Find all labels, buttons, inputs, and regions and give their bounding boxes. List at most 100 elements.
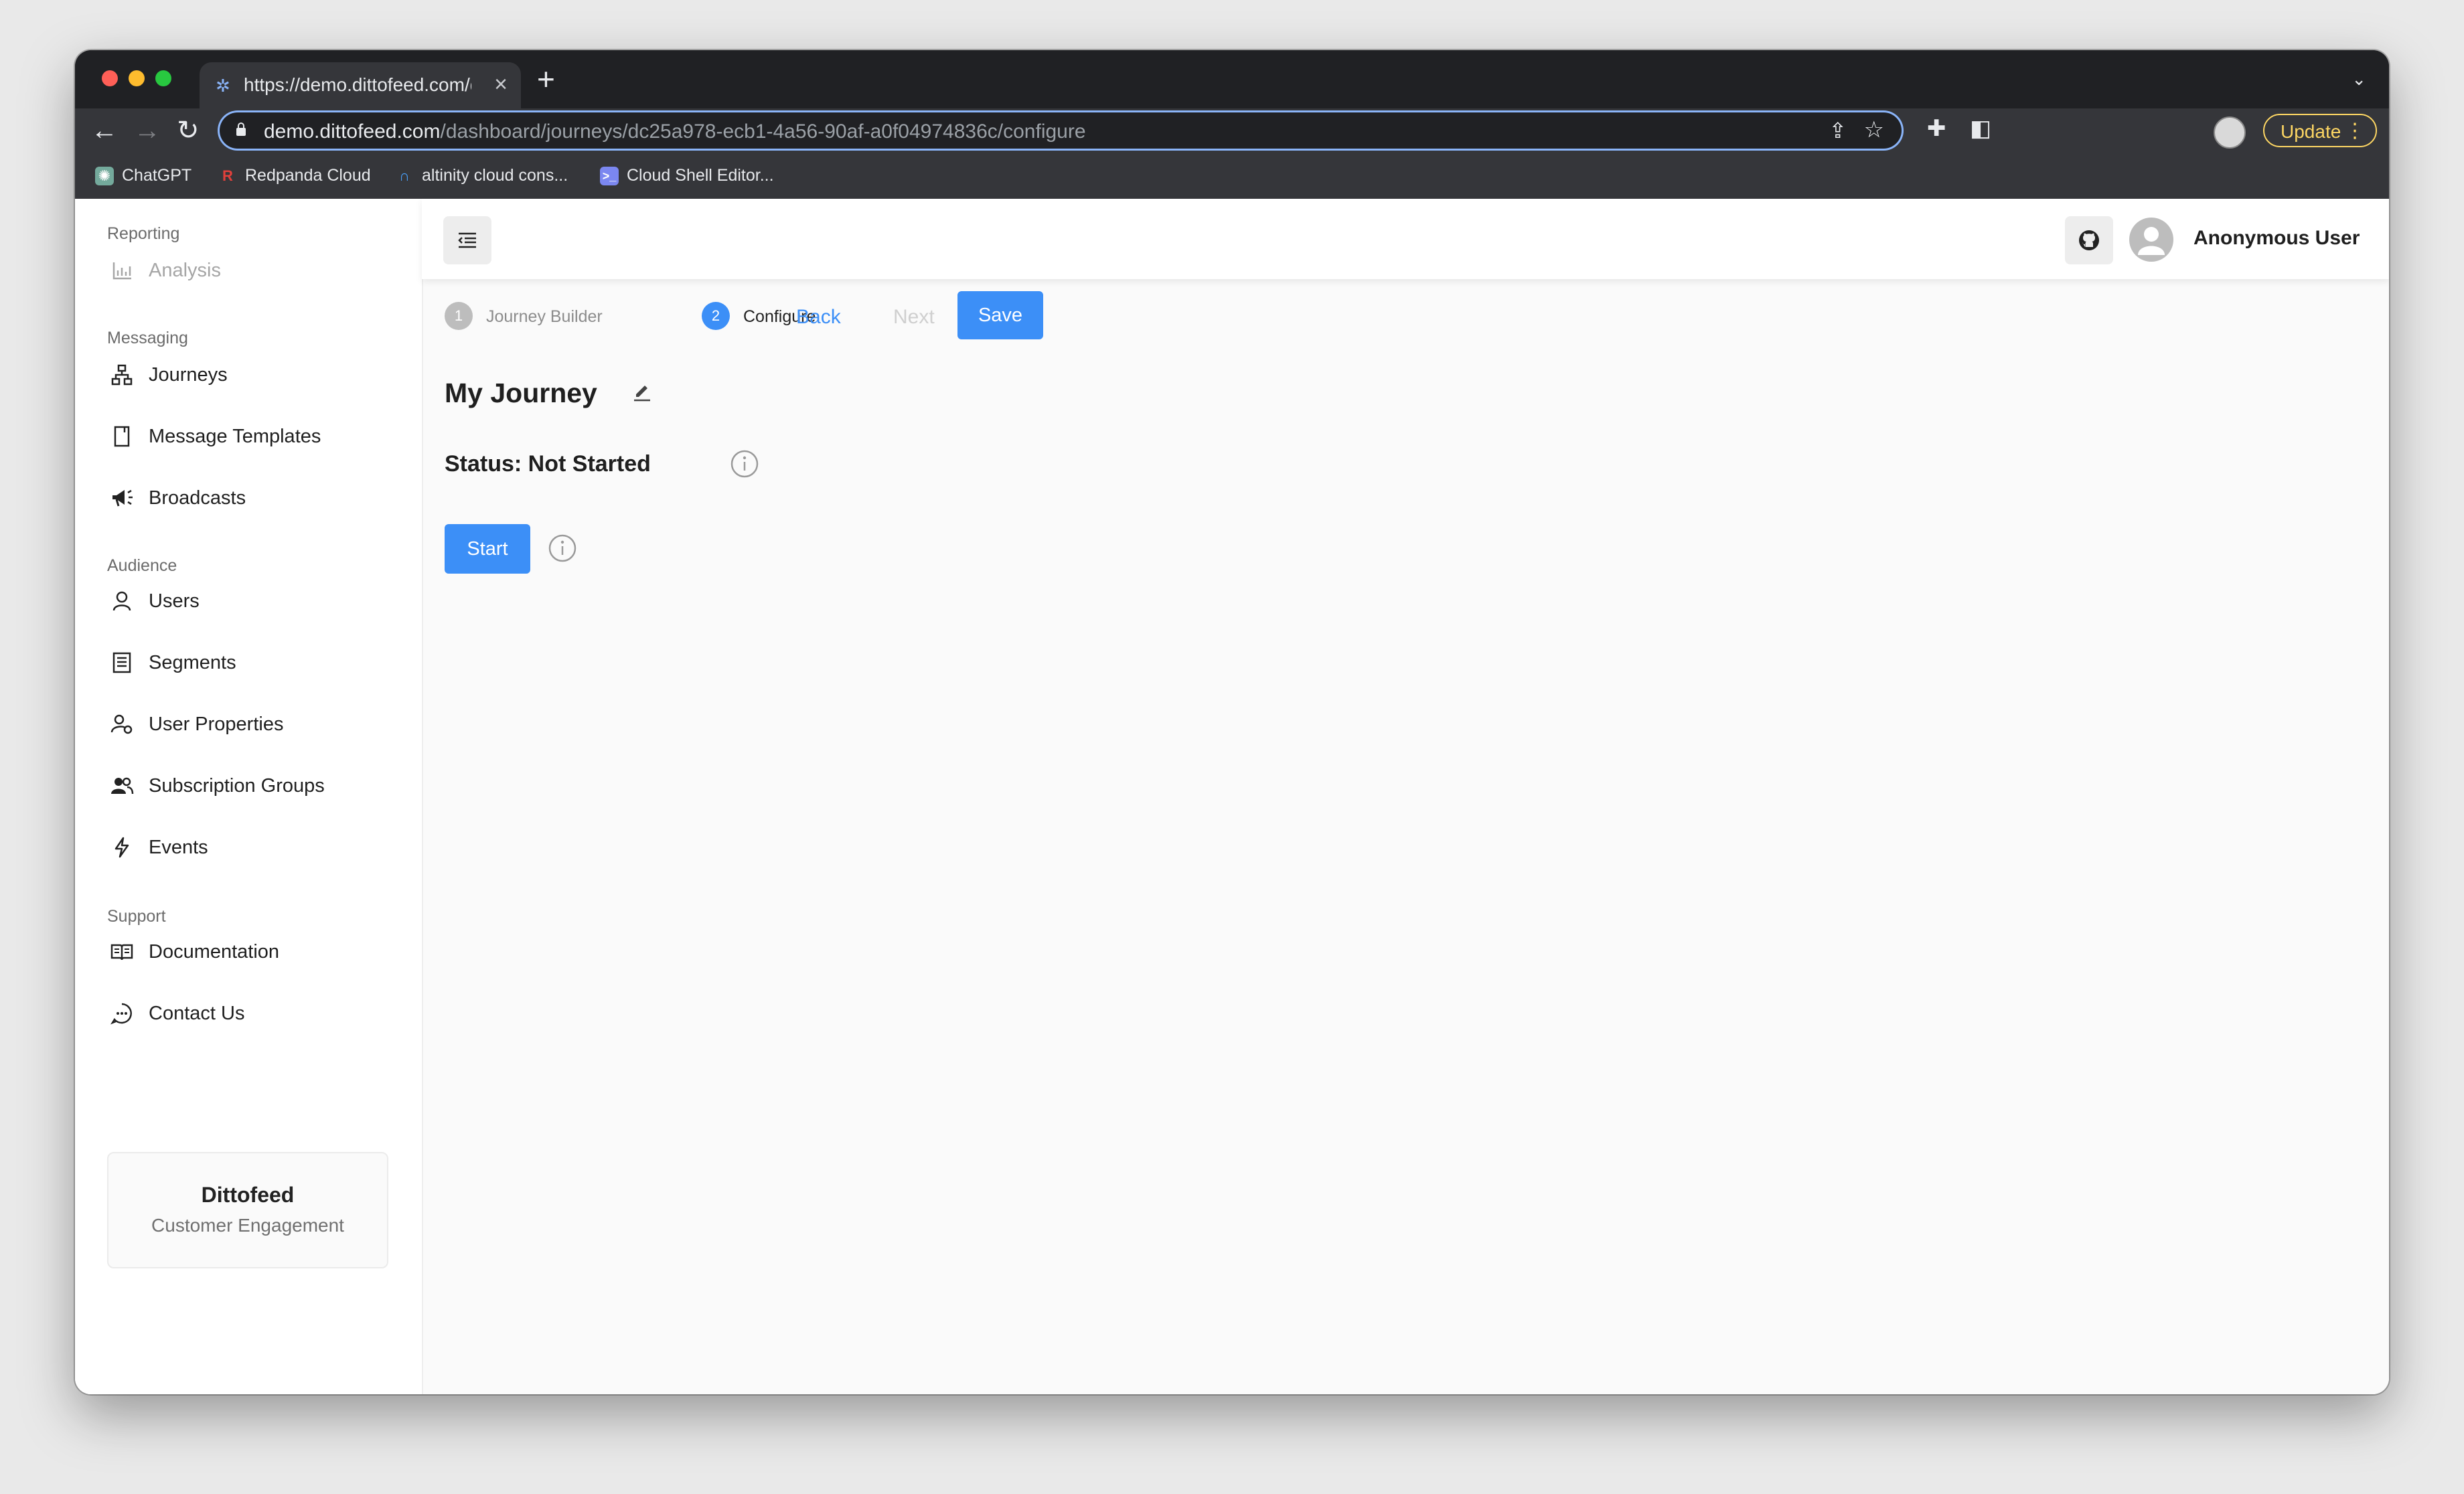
update-label: Update <box>2281 121 2341 142</box>
bookmark-chatgpt[interactable]: ✺ ChatGPT <box>95 166 192 186</box>
sidebar-item-label: Analysis <box>149 260 221 281</box>
user-icon <box>112 591 131 611</box>
start-button[interactable]: Start <box>445 524 530 574</box>
share-icon[interactable]: ⇪ <box>1829 118 1847 143</box>
browser-toolbar: ← → ↻ demo.dittofeed.com/dashboard/journ… <box>75 108 2389 154</box>
browser-chrome: ✲ https://demo.dittofeed.com/da × + ⌄ ← … <box>75 50 2389 199</box>
dittofeed-favicon-icon: ✲ <box>216 76 230 96</box>
github-button[interactable] <box>2065 216 2113 264</box>
user-avatar-icon <box>2138 227 2165 255</box>
bookmark-star-icon[interactable]: ☆ <box>1864 116 1884 143</box>
forward-arrow-icon[interactable]: → <box>134 114 161 147</box>
close-tab-icon[interactable]: × <box>494 72 508 98</box>
section-messaging: Messaging <box>107 329 188 347</box>
chat-bubble-icon <box>110 1003 132 1025</box>
maximize-window-button[interactable] <box>155 70 171 86</box>
sidebar-item-label: Users <box>149 590 200 612</box>
tab-title: https://demo.dittofeed.com/da <box>244 74 471 95</box>
bookmark-label: Cloud Shell Editor... <box>627 166 774 185</box>
journey-status: Status: Not Started <box>445 451 651 477</box>
collapse-menu-icon <box>458 232 476 248</box>
tab-strip: ✲ https://demo.dittofeed.com/da × + ⌄ <box>75 50 2389 108</box>
github-icon <box>2079 230 2099 250</box>
chatgpt-icon: ✺ <box>95 167 114 186</box>
open-book-icon <box>110 944 133 961</box>
save-button[interactable]: Save <box>957 291 1043 339</box>
bookmark-cloud-shell[interactable]: >_ Cloud Shell Editor... <box>600 166 774 186</box>
close-window-button[interactable] <box>102 70 118 86</box>
reload-icon[interactable]: ↻ <box>177 114 200 147</box>
megaphone-icon <box>112 489 133 507</box>
bookmarks-bar: ✺ ChatGPT R Redpanda Cloud ∩ altinity cloud… <box>75 154 2389 199</box>
bar-chart-icon <box>112 262 131 280</box>
tab-search-chevron-icon[interactable]: ⌄ <box>2352 69 2366 90</box>
cloud-shell-icon: >_ <box>600 167 619 186</box>
sidebar-item-journeys[interactable]: Journeys <box>107 351 402 398</box>
segments-list-icon <box>112 652 131 673</box>
minimize-window-button[interactable] <box>129 70 145 86</box>
extensions-puzzle-icon[interactable]: ✚ <box>1927 115 1946 142</box>
bookmark-altinity[interactable]: ∩ altinity cloud cons... <box>395 166 568 185</box>
sidebar: Reporting Analysis Messaging Journeys Me… <box>75 199 423 1394</box>
update-button[interactable]: Update ⋮ <box>2263 114 2377 147</box>
sidebar-item-message-templates[interactable]: Message Templates <box>107 413 402 460</box>
url-text: demo.dittofeed.com/dashboard/journeys/dc… <box>264 120 1086 143</box>
brand-name: Dittofeed <box>201 1183 295 1207</box>
pencil-edit-icon[interactable] <box>631 381 653 404</box>
username[interactable]: Anonymous User <box>2193 227 2360 250</box>
info-circle-icon[interactable] <box>548 533 577 563</box>
info-circle-icon[interactable] <box>730 449 759 479</box>
address-bar[interactable]: demo.dittofeed.com/dashboard/journeys/dc… <box>220 112 1902 149</box>
step-number: 1 <box>445 302 473 330</box>
sidebar-item-user-properties[interactable]: User Properties <box>107 701 402 748</box>
sidebar-item-label: Journeys <box>149 364 228 386</box>
new-tab-button[interactable]: + <box>537 64 555 94</box>
browser-window: ✲ https://demo.dittofeed.com/da × + ⌄ ← … <box>75 50 2389 1394</box>
kebab-menu-icon: ⋮ <box>2345 120 2365 142</box>
sidebar-item-label: Subscription Groups <box>149 775 325 797</box>
profile-avatar[interactable] <box>2214 116 2246 149</box>
step-journey-builder[interactable]: 1 Journey Builder <box>445 298 605 333</box>
altinity-icon: ∩ <box>399 167 410 185</box>
sidebar-item-subscription-groups[interactable]: Subscription Groups <box>107 762 402 809</box>
browser-tab[interactable]: ✲ https://demo.dittofeed.com/da × <box>200 62 521 108</box>
sidebar-item-label: User Properties <box>149 714 284 735</box>
sidebar-item-segments[interactable]: Segments <box>107 639 402 686</box>
bookmark-label: Redpanda Cloud <box>245 166 371 185</box>
app-header: Anonymous User <box>422 199 2389 279</box>
brand-tagline: Customer Engagement <box>151 1215 344 1236</box>
template-file-icon <box>114 426 130 447</box>
bookmark-label: altinity cloud cons... <box>422 166 568 185</box>
sidebar-item-events[interactable]: Events <box>107 824 402 871</box>
journey-tree-icon <box>111 364 133 386</box>
sidebar-item-users[interactable]: Users <box>107 578 402 625</box>
next-button[interactable]: Next <box>893 306 935 329</box>
sidebar-item-contact-us[interactable]: Contact Us <box>107 990 402 1037</box>
back-button[interactable]: Back <box>796 306 841 329</box>
sidebar-item-documentation[interactable]: Documentation <box>107 928 402 975</box>
redpanda-icon: R <box>222 167 233 185</box>
menu-toggle-button[interactable] <box>443 216 491 264</box>
main-content: 1 Journey Builder 2 Configure Back Next … <box>422 279 2389 1394</box>
section-reporting: Reporting <box>107 224 180 243</box>
url-host: demo.dittofeed.com <box>264 120 441 143</box>
sidebar-item-label: Contact Us <box>149 1003 245 1024</box>
bookmark-redpanda[interactable]: R Redpanda Cloud <box>218 166 371 185</box>
back-arrow-icon[interactable]: ← <box>91 114 118 147</box>
user-settings-icon <box>110 714 133 734</box>
sidebar-item-label: Broadcasts <box>149 487 246 509</box>
journey-title: My Journey <box>445 378 597 408</box>
app-page: Reporting Analysis Messaging Journeys Me… <box>75 199 2389 1394</box>
side-panel-icon[interactable]: ◧ <box>1970 115 1991 142</box>
sidebar-item-analysis[interactable]: Analysis <box>107 247 402 294</box>
user-group-icon <box>111 777 134 795</box>
user-avatar[interactable] <box>2129 218 2173 262</box>
section-support: Support <box>107 907 166 926</box>
url-path: /dashboard/journeys/dc25a978-ecb1-4a56-9… <box>440 120 1086 143</box>
brand-card: Dittofeed Customer Engagement <box>107 1152 388 1268</box>
bookmark-label: ChatGPT <box>122 166 192 185</box>
step-number: 2 <box>702 302 730 330</box>
section-audience: Audience <box>107 556 177 575</box>
sidebar-item-label: Segments <box>149 652 236 673</box>
sidebar-item-broadcasts[interactable]: Broadcasts <box>107 475 402 521</box>
